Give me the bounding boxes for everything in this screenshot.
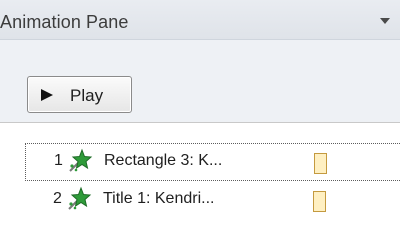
play-button[interactable]: Play bbox=[27, 76, 132, 113]
timing-bar[interactable] bbox=[314, 153, 327, 174]
animation-pane: Animation Pane Play 1 Rectangle 3: K... … bbox=[0, 0, 400, 250]
animation-list-item[interactable]: 1 Rectangle 3: K... bbox=[25, 143, 400, 181]
animation-order-number: 2 bbox=[53, 190, 62, 207]
animation-order-number: 1 bbox=[54, 152, 63, 169]
animation-item-label: Title 1: Kendri... bbox=[103, 190, 215, 207]
play-icon bbox=[40, 88, 54, 102]
play-button-label: Play bbox=[70, 86, 104, 105]
pane-title: Animation Pane bbox=[0, 12, 129, 32]
animation-list-item[interactable]: 2 Title 1: Kendri... bbox=[25, 182, 400, 220]
timing-bar[interactable] bbox=[313, 191, 326, 212]
animation-list: 1 Rectangle 3: K... 2 Title 1: Kendri... bbox=[0, 122, 400, 250]
pane-title-bar: Animation Pane bbox=[0, 0, 400, 40]
triangle-down-icon[interactable] bbox=[378, 14, 392, 26]
entrance-star-icon bbox=[67, 148, 93, 174]
entrance-star-icon bbox=[66, 186, 92, 212]
animation-item-label: Rectangle 3: K... bbox=[104, 152, 223, 169]
